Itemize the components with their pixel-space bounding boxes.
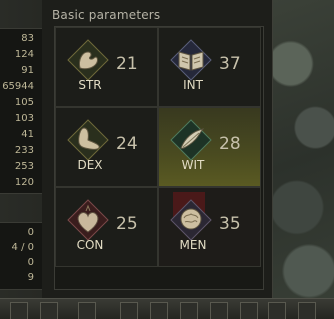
parameters-grid: STR 21 INT 37 DEX 24 WIT 28 CON 25 MEN 3…: [54, 26, 264, 290]
stat-value: 65944: [2, 81, 34, 92]
open-book-icon: [169, 38, 213, 82]
shortcut-slot[interactable]: [150, 302, 168, 319]
param-value: 28: [219, 134, 241, 154]
param-cell-dex[interactable]: DEX 24: [55, 107, 158, 187]
combat-stats-column: 83 124 91 65944 105 103 41 233 253 120: [0, 28, 43, 194]
shortcut-slot[interactable]: [298, 302, 316, 319]
basic-parameters-panel: Basic parameters STR 21 INT 37 DEX 24 WI…: [42, 0, 273, 298]
param-cell-con[interactable]: CON 25: [55, 187, 158, 267]
bottom-shortcut-bar: [0, 298, 334, 319]
brain-head-icon: [169, 198, 213, 242]
shortcut-slot[interactable]: [10, 302, 28, 319]
stat-value: 124: [14, 49, 34, 60]
stat-value: 41: [21, 129, 34, 140]
param-value: 24: [116, 134, 138, 154]
param-code: INT: [183, 78, 203, 92]
stat-value: 91: [21, 65, 34, 76]
param-cell-str[interactable]: STR 21: [55, 27, 158, 107]
param-code: MEN: [179, 238, 207, 252]
shortcut-slot[interactable]: [210, 302, 228, 319]
foot-icon: [66, 118, 110, 162]
stat-value: 105: [14, 97, 34, 108]
param-code: DEX: [77, 158, 103, 172]
param-cell-int[interactable]: INT 37: [158, 27, 261, 107]
shortcut-slot[interactable]: [240, 302, 258, 319]
param-value: 25: [116, 214, 138, 234]
shortcut-slot[interactable]: [40, 302, 58, 319]
heart-icon: [66, 198, 110, 242]
param-value: 21: [116, 54, 138, 74]
feather-wing-icon: [169, 118, 213, 162]
param-cell-men[interactable]: MEN 35: [158, 187, 261, 267]
param-value: 35: [219, 214, 241, 234]
shortcut-slot[interactable]: [180, 302, 198, 319]
arm-flex-icon: [66, 38, 110, 82]
param-cell-wit[interactable]: WIT 28: [158, 107, 261, 187]
param-code: CON: [76, 238, 104, 252]
stat-value: 0: [27, 227, 34, 238]
character-status-window: 83 124 91 65944 105 103 41 233 253 120 0…: [0, 0, 334, 319]
stat-value: 83: [21, 33, 34, 44]
shortcut-slot[interactable]: [268, 302, 286, 319]
world-background: [272, 0, 334, 319]
misc-stats-column: 0 4 / 0 0 9: [0, 222, 43, 290]
stat-value: 4 / 0: [11, 242, 34, 253]
stat-value: 233: [14, 145, 34, 156]
shortcut-slot[interactable]: [120, 302, 138, 319]
shortcut-slot[interactable]: [78, 302, 96, 319]
param-code: WIT: [181, 158, 205, 172]
param-code: STR: [78, 78, 102, 92]
stat-value: 0: [27, 257, 34, 268]
stat-value: 9: [27, 272, 34, 283]
stat-value: 103: [14, 113, 34, 124]
stat-value: 120: [14, 177, 34, 188]
param-value: 37: [219, 54, 241, 74]
stat-value: 253: [14, 161, 34, 172]
panel-title: Basic parameters: [52, 8, 161, 22]
